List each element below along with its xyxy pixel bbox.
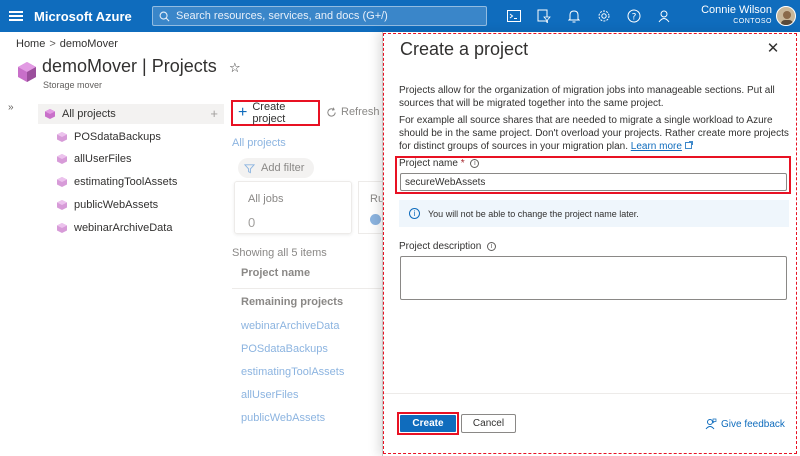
footer-divider bbox=[383, 393, 800, 394]
project-name-label-text: Project name bbox=[399, 158, 458, 169]
give-feedback-link[interactable]: Give feedback bbox=[705, 418, 785, 430]
sidebar-item-all-projects[interactable]: All projects + bbox=[38, 104, 224, 124]
project-cube-icon bbox=[57, 177, 67, 187]
cancel-button[interactable]: Cancel bbox=[461, 414, 516, 433]
sidebar-item-label: allUserFiles bbox=[74, 153, 132, 165]
project-cube-icon bbox=[57, 154, 67, 164]
column-header[interactable]: Project name bbox=[241, 267, 310, 279]
create-button[interactable]: Create bbox=[397, 412, 459, 435]
filter-icon bbox=[244, 163, 255, 173]
panel-title: Create a project bbox=[400, 39, 529, 59]
refresh-label: Refresh bbox=[341, 106, 380, 118]
create-project-button[interactable]: + Create project bbox=[231, 100, 320, 126]
card-label: All jobs bbox=[248, 193, 284, 205]
project-cube-icon bbox=[57, 132, 67, 142]
group-header: Remaining projects bbox=[241, 296, 344, 308]
divider bbox=[232, 288, 382, 289]
brand-title[interactable]: Microsoft Azure bbox=[34, 9, 152, 24]
info-message: i You will not be able to change the pro… bbox=[399, 200, 789, 227]
close-icon[interactable]: ✕ bbox=[763, 38, 783, 58]
project-description-input[interactable] bbox=[400, 256, 787, 300]
refresh-icon bbox=[327, 107, 336, 117]
notifications-icon[interactable] bbox=[565, 7, 583, 25]
learn-more-link[interactable]: Learn more bbox=[631, 141, 682, 152]
info-icon[interactable]: i bbox=[470, 159, 480, 168]
search-icon bbox=[159, 11, 170, 21]
panel-example: For example all source shares that are n… bbox=[399, 114, 789, 153]
give-feedback-label: Give feedback bbox=[721, 418, 785, 430]
project-link[interactable]: webinarArchiveData bbox=[241, 320, 339, 332]
settings-icon[interactable] bbox=[595, 7, 613, 25]
favorite-star-icon[interactable]: ☆ bbox=[229, 60, 241, 76]
user-org: CONTOSO bbox=[733, 18, 772, 25]
info-icon: i bbox=[409, 208, 420, 219]
create-project-panel: Create a project ✕ Projects allow for th… bbox=[382, 32, 800, 456]
sidebar-item-publicwebassets[interactable]: publicWebAssets bbox=[56, 196, 158, 214]
add-filter-label: Add filter bbox=[261, 162, 305, 174]
sidebar-item-label: publicWebAssets bbox=[74, 199, 159, 211]
svg-text:?: ? bbox=[632, 13, 637, 23]
sidebar-item-label: All projects bbox=[62, 108, 116, 120]
project-name-label: Project name * i bbox=[399, 158, 480, 169]
project-cube-icon bbox=[57, 200, 67, 210]
project-description-label: Project description i bbox=[399, 241, 497, 252]
create-button-label: Create bbox=[400, 415, 456, 432]
help-icon[interactable]: ? bbox=[625, 7, 643, 25]
global-search[interactable]: Search resources, services, and docs (G+… bbox=[152, 6, 487, 26]
feedback-person-icon bbox=[705, 418, 717, 430]
required-marker: * bbox=[460, 158, 465, 169]
project-link[interactable]: estimatingToolAssets bbox=[241, 366, 344, 378]
user-name: Connie Wilson bbox=[701, 4, 772, 16]
directory-filter-icon[interactable] bbox=[535, 7, 553, 25]
sidebar-item-label: POSdataBackups bbox=[74, 131, 161, 143]
avatar[interactable] bbox=[776, 6, 796, 26]
sidebar-item-posdatabackups[interactable]: POSdataBackups bbox=[56, 128, 161, 146]
panel-example-text: For example all source shares that are n… bbox=[399, 115, 789, 152]
info-icon[interactable]: i bbox=[487, 242, 497, 251]
storage-mover-icon bbox=[18, 62, 36, 82]
project-cube-icon bbox=[57, 223, 67, 233]
add-icon[interactable]: + bbox=[210, 106, 218, 121]
collapse-chevron-icon[interactable]: » bbox=[8, 102, 14, 113]
page-title: demoMover | Projects bbox=[42, 56, 217, 76]
running-status-icon bbox=[370, 214, 381, 225]
feedback-icon[interactable] bbox=[655, 7, 673, 25]
project-name-input[interactable] bbox=[400, 173, 787, 191]
external-link-icon bbox=[684, 141, 693, 149]
top-icons: ? bbox=[505, 0, 673, 32]
card-value: 0 bbox=[248, 215, 256, 230]
all-jobs-card: All jobs 0 bbox=[234, 181, 352, 234]
sidebar-item-webinararchivedata[interactable]: webinarArchiveData bbox=[56, 219, 172, 237]
sidebar-item-label: estimatingToolAssets bbox=[74, 176, 178, 188]
page-subtitle: Storage mover bbox=[43, 80, 103, 90]
menu-icon[interactable] bbox=[0, 0, 32, 32]
project-link[interactable]: POSdataBackups bbox=[241, 343, 328, 355]
create-project-label: Create project bbox=[252, 101, 286, 125]
sidebar-item-label: webinarArchiveData bbox=[74, 222, 173, 234]
cloud-shell-icon[interactable] bbox=[505, 7, 523, 25]
breadcrumb-home[interactable]: Home bbox=[16, 38, 45, 50]
project-description-label-text: Project description bbox=[399, 241, 482, 252]
plus-icon: + bbox=[238, 104, 248, 121]
panel-description: Projects allow for the organization of m… bbox=[399, 85, 775, 109]
account-info[interactable]: Connie Wilson CONTOSO bbox=[700, 5, 772, 27]
all-projects-link[interactable]: All projects bbox=[232, 137, 286, 149]
info-message-text: You will not be able to change the proje… bbox=[428, 208, 639, 219]
project-link[interactable]: publicWebAssets bbox=[241, 412, 325, 424]
breadcrumb: Home > demoMover bbox=[16, 38, 118, 50]
breadcrumb-separator: > bbox=[49, 38, 56, 50]
project-link[interactable]: allUserFiles bbox=[241, 389, 298, 401]
sidebar-item-estimatingtoolassets[interactable]: estimatingToolAssets bbox=[56, 173, 177, 191]
item-count: Showing all 5 items bbox=[232, 247, 327, 259]
sidebar-item-alluserfiles[interactable]: allUserFiles bbox=[56, 150, 131, 168]
refresh-button[interactable]: Refresh bbox=[326, 106, 380, 118]
add-filter-button[interactable]: Add filter bbox=[238, 158, 315, 178]
breadcrumb-current[interactable]: demoMover bbox=[60, 38, 118, 50]
project-cube-icon bbox=[45, 109, 55, 119]
search-placeholder: Search resources, services, and docs (G+… bbox=[176, 10, 388, 22]
